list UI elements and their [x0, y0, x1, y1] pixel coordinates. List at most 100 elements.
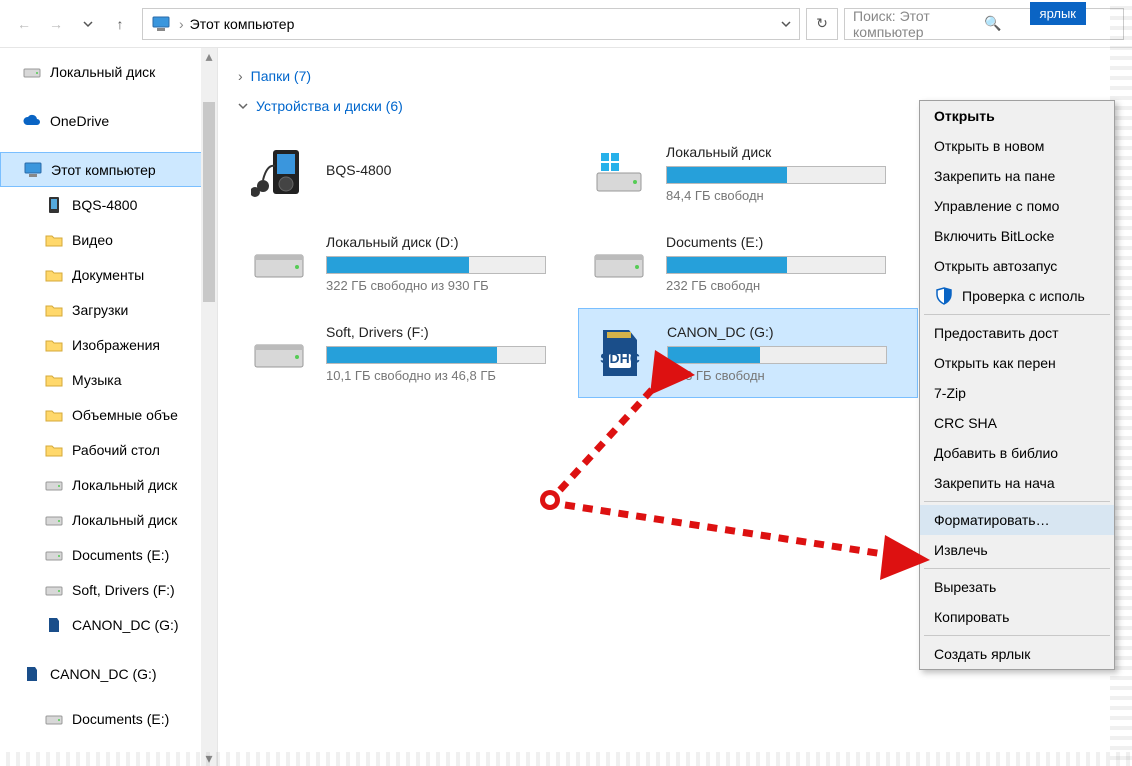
- menu-item[interactable]: Копировать: [920, 602, 1114, 632]
- scroll-thumb[interactable]: [203, 102, 215, 302]
- menu-item[interactable]: Закрепить на пане: [920, 161, 1114, 191]
- tree-item-7[interactable]: Изображения: [0, 327, 217, 362]
- folder-icon: [44, 405, 64, 425]
- drive-name: Soft, Drivers (F:): [326, 324, 572, 340]
- tree-label: Рабочий стол: [72, 442, 160, 458]
- context-menu: ОткрытьОткрыть в новом Закрепить на пане…: [919, 100, 1115, 670]
- refresh-button[interactable]: ↻: [806, 8, 838, 40]
- menu-item[interactable]: Вырезать: [920, 572, 1114, 602]
- chevron-down-icon: [238, 98, 248, 114]
- drive-free-text: 232 ГБ свободн: [666, 278, 912, 293]
- chevron-down-icon[interactable]: [773, 16, 799, 32]
- svg-text:SDHC: SDHC: [600, 350, 640, 366]
- up-button[interactable]: ↑: [104, 8, 136, 40]
- drive-icon: [22, 62, 42, 82]
- drive-icon: [44, 510, 64, 530]
- tree-item-3[interactable]: BQS-4800: [0, 187, 217, 222]
- tree-item-8[interactable]: Музыка: [0, 362, 217, 397]
- tree-item-1[interactable]: OneDrive: [0, 103, 217, 138]
- menu-item[interactable]: Открыть: [920, 101, 1114, 131]
- drive-name: Локальный диск (D:): [326, 234, 572, 250]
- drive-name: BQS-4800: [326, 162, 572, 178]
- tree-item-17[interactable]: Documents (E:): [0, 701, 217, 736]
- drive-item[interactable]: BQS-4800: [238, 128, 578, 218]
- menu-item[interactable]: 7-Zip: [920, 378, 1114, 408]
- tree-label: Documents (E:): [72, 711, 169, 727]
- sidebar-scrollbar[interactable]: ▴ ▾: [201, 48, 217, 766]
- forward-button[interactable]: →: [40, 8, 72, 40]
- tree-item-10[interactable]: Рабочий стол: [0, 432, 217, 467]
- recent-dropdown[interactable]: [72, 8, 104, 40]
- menu-item[interactable]: Форматировать…: [920, 505, 1114, 535]
- menu-item[interactable]: Извлечь: [920, 535, 1114, 565]
- tree-item-6[interactable]: Загрузки: [0, 292, 217, 327]
- menu-label: Предоставить дост: [934, 325, 1059, 341]
- hdd-icon: [244, 233, 314, 293]
- tree-label: Музыка: [72, 372, 122, 388]
- drive-item[interactable]: Documents (E:)232 ГБ свободн: [578, 218, 918, 308]
- cloud-icon: [22, 111, 42, 131]
- menu-item[interactable]: Закрепить на нача: [920, 468, 1114, 498]
- mp3-icon: [244, 143, 314, 203]
- drive-item[interactable]: Локальный диск (D:) 322 ГБ свободно из 93…: [238, 218, 578, 308]
- os-icon: [584, 143, 654, 203]
- folders-section-header[interactable]: › Папки (7): [238, 68, 1112, 84]
- tree-label: Загрузки: [72, 302, 128, 318]
- capacity-bar: [326, 256, 546, 274]
- nav-tree: Локальный диск OneDrive Этот компьютер BQS-…: [0, 48, 218, 766]
- tree-label: Изображения: [72, 337, 160, 353]
- menu-label: Извлечь: [934, 542, 988, 558]
- menu-label: Закрепить на нача: [934, 475, 1055, 491]
- menu-item[interactable]: Открыть в новом: [920, 131, 1114, 161]
- tree-item-12[interactable]: Локальный диск: [0, 502, 217, 537]
- tree-label: Документы: [72, 267, 144, 283]
- menu-label: Создать ярлык: [934, 646, 1030, 662]
- address-bar[interactable]: › Этот компьютер: [142, 8, 800, 40]
- menu-item[interactable]: Проверка с исполь: [920, 281, 1114, 311]
- menu-label: Открыть автозапус: [934, 258, 1057, 274]
- menu-item[interactable]: Включить BitLocke: [920, 221, 1114, 251]
- tree-label: Объемные объе: [72, 407, 178, 423]
- tree-item-16[interactable]: CANON_DC (G:): [0, 656, 217, 691]
- menu-separator: [924, 501, 1110, 502]
- tree-item-11[interactable]: Локальный диск: [0, 467, 217, 502]
- tree-item-0[interactable]: Локальный диск: [0, 54, 217, 89]
- tree-item-9[interactable]: Объемные объе: [0, 397, 217, 432]
- tree-label: Локальный диск: [72, 477, 177, 493]
- menu-item[interactable]: Предоставить дост: [920, 318, 1114, 348]
- menu-label: Закрепить на пане: [934, 168, 1055, 184]
- tree-item-2[interactable]: Этот компьютер: [0, 152, 217, 187]
- tree-item-5[interactable]: Документы: [0, 257, 217, 292]
- folder-icon: [44, 300, 64, 320]
- folder-icon: [44, 440, 64, 460]
- menu-item[interactable]: Открыть автозапус: [920, 251, 1114, 281]
- menu-item[interactable]: CRC SHA: [920, 408, 1114, 438]
- folder-icon: [44, 335, 64, 355]
- menu-item[interactable]: Создать ярлык: [920, 639, 1114, 669]
- tree-label: Documents (E:): [72, 547, 169, 563]
- tree-item-14[interactable]: Soft, Drivers (F:): [0, 572, 217, 607]
- back-button[interactable]: ←: [8, 8, 40, 40]
- capacity-bar: [667, 346, 887, 364]
- drive-item[interactable]: SDHCCANON_DC (G:)4,33 ГБ свободн: [578, 308, 918, 398]
- drive-item[interactable]: Локальный диск84,4 ГБ свободн: [578, 128, 918, 218]
- menu-item[interactable]: Добавить в библио: [920, 438, 1114, 468]
- drive-name: Локальный диск: [666, 144, 912, 160]
- tree-label: Этот компьютер: [51, 162, 156, 178]
- drive-item[interactable]: Soft, Drivers (F:) 10,1 ГБ свободно из 46…: [238, 308, 578, 398]
- menu-label: CRC SHA: [934, 415, 997, 431]
- menu-item[interactable]: Открыть как перен: [920, 348, 1114, 378]
- pc-icon: [149, 12, 173, 36]
- tree-item-13[interactable]: Documents (E:): [0, 537, 217, 572]
- menu-label: Форматировать…: [934, 512, 1050, 528]
- tree-item-4[interactable]: Видео: [0, 222, 217, 257]
- drive-free-text: 322 ГБ свободно из 930 ГБ: [326, 278, 572, 293]
- tree-item-15[interactable]: CANON_DC (G:): [0, 607, 217, 642]
- menu-label: Включить BitLocke: [934, 228, 1054, 244]
- menu-separator: [924, 568, 1110, 569]
- tree-label: Локальный диск: [72, 512, 177, 528]
- drive-free-text: 10,1 ГБ свободно из 46,8 ГБ: [326, 368, 572, 383]
- tree-label: Видео: [72, 232, 113, 248]
- drive-icon: [44, 580, 64, 600]
- menu-item[interactable]: Управление с помо: [920, 191, 1114, 221]
